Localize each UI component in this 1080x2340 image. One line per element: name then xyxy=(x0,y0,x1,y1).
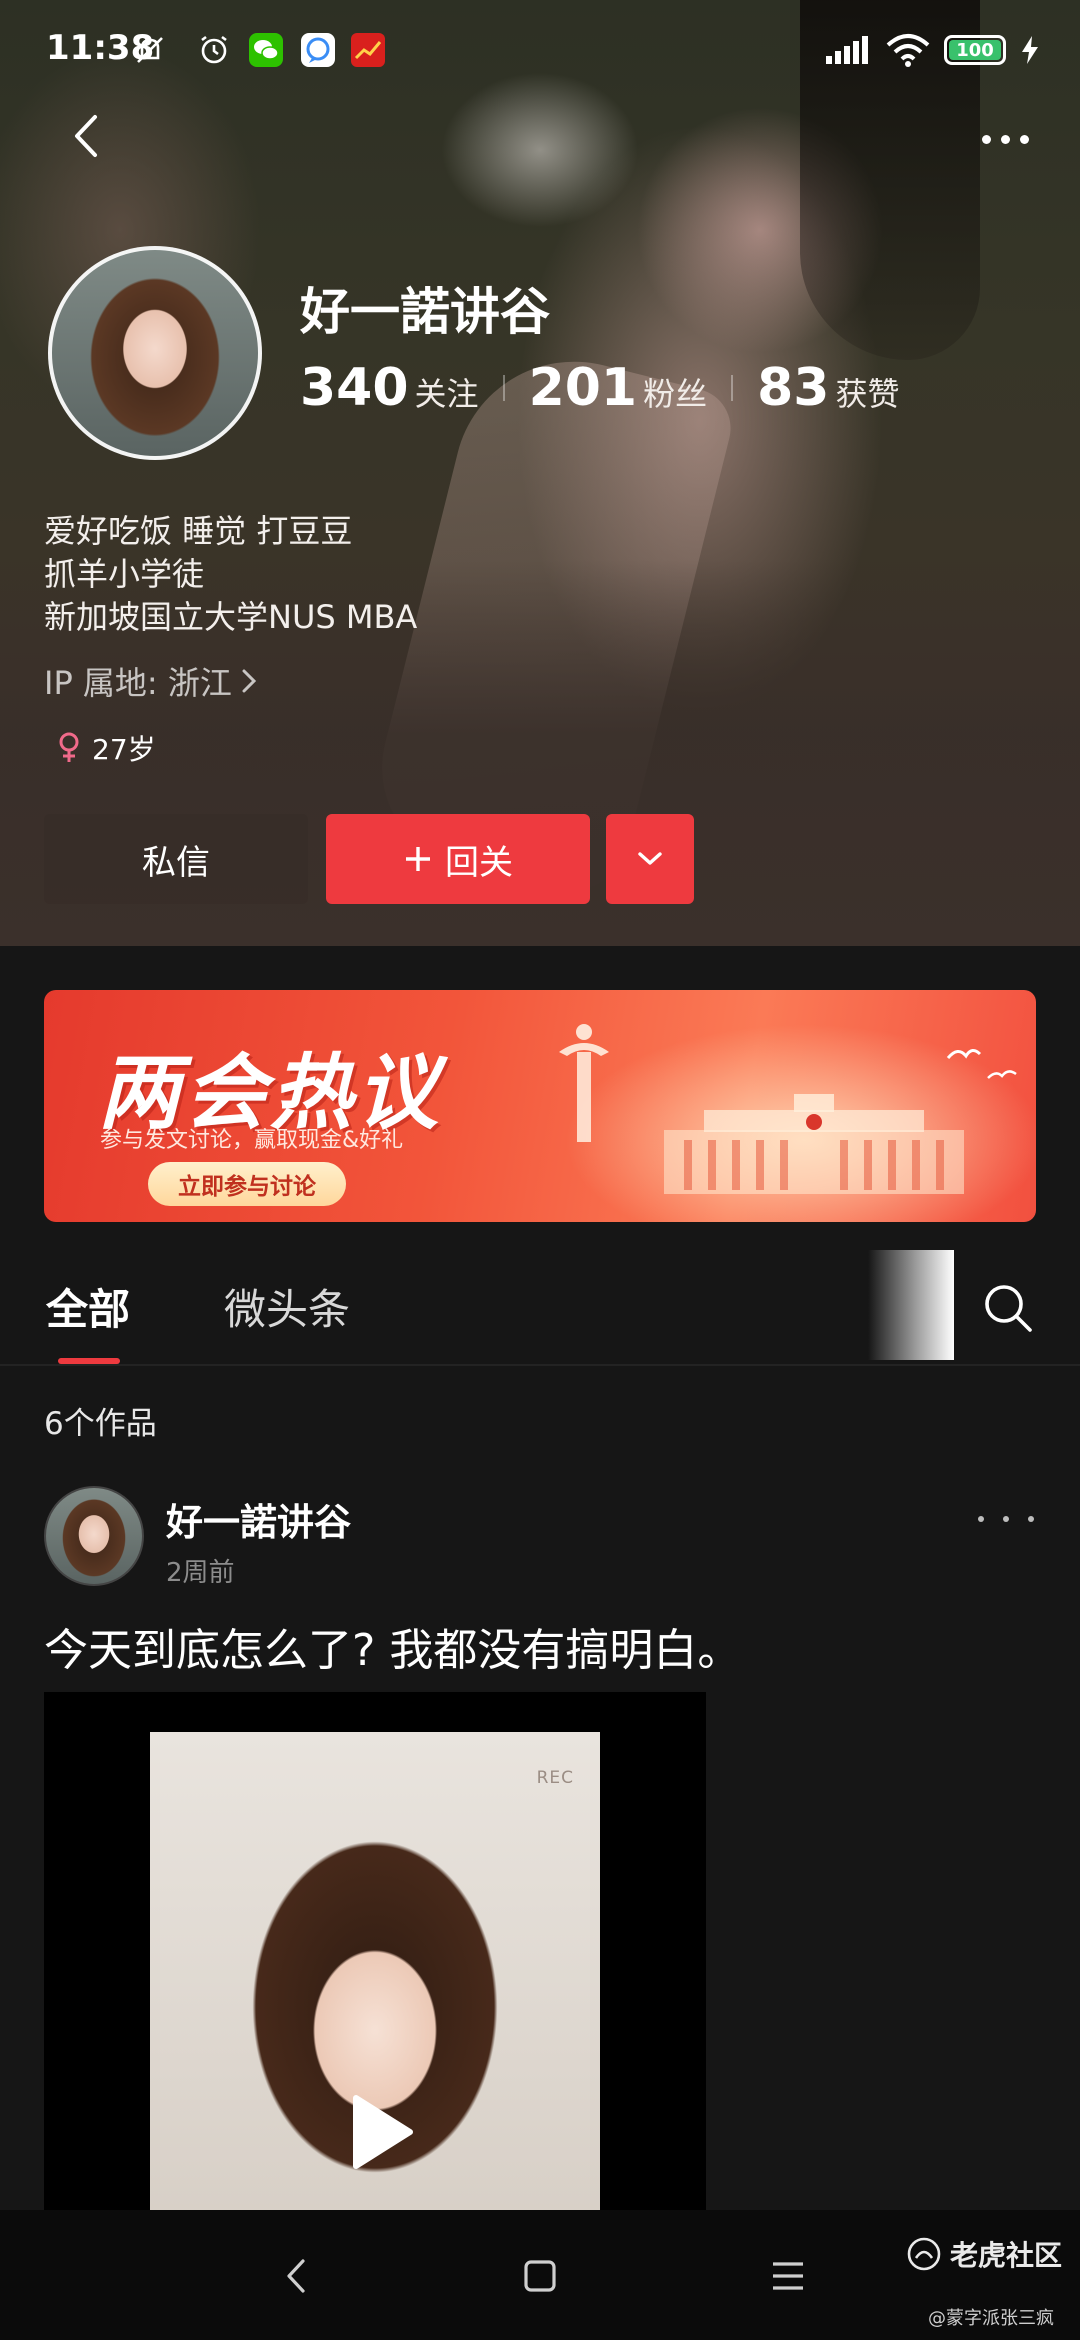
news-app-icon xyxy=(351,33,385,67)
profile-header: 11:38 100 好一諾讲谷 340 关注 201 粉丝 83 获赞 爱好吃饭… xyxy=(0,0,1080,946)
wechat-icon xyxy=(249,33,283,67)
banner-cta-label: 立即参与讨论 xyxy=(178,1174,316,1200)
stat-divider xyxy=(502,375,505,401)
home-square-icon xyxy=(524,2260,556,2292)
charging-icon xyxy=(1022,36,1038,64)
stat-value: 83 xyxy=(757,358,830,418)
stat-divider xyxy=(731,375,734,401)
chevron-right-icon xyxy=(242,669,256,693)
signal-icon xyxy=(826,36,868,64)
alarm-icon xyxy=(201,35,227,64)
post-timestamp: 2周前 xyxy=(166,1558,235,1588)
stat-label: 关注 xyxy=(414,375,479,413)
back-button[interactable] xyxy=(56,106,116,166)
plus-icon xyxy=(406,847,430,871)
tiger-logo-icon xyxy=(907,2237,941,2271)
ip-location[interactable]: IP 属地: 浙江 xyxy=(44,658,258,704)
age-text: 27岁 xyxy=(92,733,156,766)
profile-bio: 爱好吃饭 睡觉 打豆豆 抓羊小学徒 新加坡国立大学NUS MBA xyxy=(44,510,417,639)
play-icon[interactable] xyxy=(346,2092,416,2172)
system-home-button[interactable] xyxy=(510,2246,570,2306)
great-hall-illustration xyxy=(664,1094,964,1194)
stat-label: 获赞 xyxy=(835,375,900,413)
system-navigation-bar: 老虎社区 @蒙字派张三疯 xyxy=(0,2210,1080,2340)
doves-icon xyxy=(946,1049,1017,1079)
stat-following[interactable]: 340 关注 xyxy=(300,358,479,418)
female-icon xyxy=(59,732,79,762)
system-back-button[interactable] xyxy=(266,2246,326,2306)
chat-bubble-icon xyxy=(301,33,335,67)
more-dot xyxy=(981,134,991,144)
post-more-button[interactable] xyxy=(978,1504,1034,1534)
more-dot xyxy=(1003,1516,1009,1522)
more-dot xyxy=(1000,134,1010,144)
back-arrow-icon xyxy=(287,2259,305,2293)
banner-subtitle: 参与发文讨论，赢取现金&好礼 xyxy=(100,1128,404,1153)
gender-age: 27岁 xyxy=(58,728,156,768)
ip-location-text: IP 属地: 浙江 xyxy=(44,664,232,702)
follow-back-button[interactable]: 回关 xyxy=(326,814,590,904)
more-dot xyxy=(1019,134,1029,144)
bio-line: 爱好吃饭 睡觉 打豆豆 xyxy=(44,512,353,550)
works-count: 6个作品 xyxy=(44,1406,157,1442)
tab-all[interactable]: 全部 xyxy=(46,1276,130,1337)
battery-percent: 100 xyxy=(956,39,994,61)
watermark: 老虎社区 xyxy=(906,2234,1062,2274)
stat-followers[interactable]: 201 粉丝 xyxy=(529,358,708,418)
tab-scroll-fade xyxy=(868,1250,954,1360)
stat-value: 340 xyxy=(300,358,409,418)
battery-icon: 100 xyxy=(944,35,1006,65)
video-rec-label: REC xyxy=(536,1768,574,1788)
content-tabs: 全部 微头条 xyxy=(0,1240,1080,1366)
more-dot xyxy=(1028,1516,1034,1522)
post-video[interactable]: REC xyxy=(44,1692,706,2212)
post-author-name[interactable]: 好一諾讲谷 xyxy=(166,1492,351,1546)
more-options-button[interactable] xyxy=(970,114,1040,164)
huabiao-pillar-icon xyxy=(559,1024,609,1142)
status-bar: 11:38 100 xyxy=(0,0,1080,100)
menu-lines-icon xyxy=(773,2262,803,2290)
stat-likes[interactable]: 83 获赞 xyxy=(757,358,899,418)
recommend-expand-button[interactable] xyxy=(606,814,694,904)
profile-stats: 340 关注 201 粉丝 83 获赞 xyxy=(300,358,900,418)
tab-active-indicator xyxy=(58,1358,120,1364)
chevron-left-icon xyxy=(75,115,97,157)
tab-weitoutiao[interactable]: 微头条 xyxy=(224,1276,350,1337)
stat-label: 粉丝 xyxy=(643,375,708,413)
promo-banner[interactable]: 两会热议 参与发文讨论，赢取现金&好礼 立即参与讨论 xyxy=(44,990,1036,1222)
follow-back-label: 回关 xyxy=(445,842,513,883)
watermark-site: 老虎社区 xyxy=(950,2239,1063,2272)
profile-name: 好一諾讲谷 xyxy=(300,283,550,341)
system-recents-button[interactable] xyxy=(758,2246,818,2306)
bio-line: 抓羊小学徒 xyxy=(44,555,205,593)
avatar[interactable] xyxy=(48,246,262,460)
wifi-icon xyxy=(886,34,930,67)
message-button-label: 私信 xyxy=(142,842,210,883)
more-dot xyxy=(978,1516,984,1522)
search-icon[interactable] xyxy=(980,1280,1036,1336)
mute-icon xyxy=(137,37,163,63)
status-right-icons: 100 xyxy=(824,30,1040,70)
banner-cta-button[interactable]: 立即参与讨论 xyxy=(148,1162,346,1206)
watermark-handle: @蒙字派张三疯 xyxy=(928,2308,1054,2329)
post-author-avatar[interactable] xyxy=(44,1486,144,1586)
chevron-down-icon xyxy=(638,852,662,865)
stat-value: 201 xyxy=(528,358,638,418)
bio-line: 新加坡国立大学NUS MBA xyxy=(44,598,418,636)
post-text[interactable]: 今天到底怎么了? 我都没有搞明白。 xyxy=(44,1614,741,1678)
message-button[interactable]: 私信 xyxy=(44,814,308,904)
